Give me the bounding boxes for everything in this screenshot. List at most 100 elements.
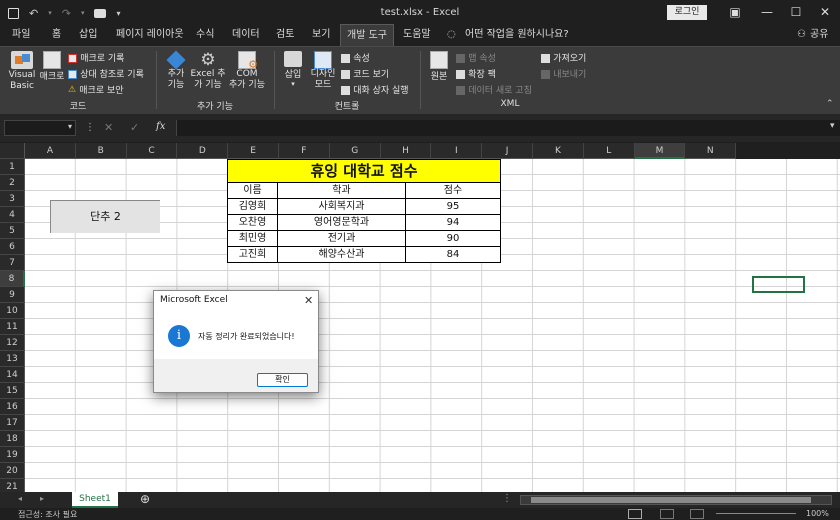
import-button[interactable]: 가져오기	[541, 51, 586, 64]
row-header-14[interactable]: 14	[0, 367, 25, 383]
enter-icon[interactable]: ✓	[130, 121, 139, 134]
horizontal-scrollbar[interactable]	[520, 495, 832, 505]
row-header-20[interactable]: 20	[0, 463, 25, 479]
worksheet-grid[interactable]: ABCDEFGHIJKLMN 1 2 3 4 5 6 7 8 9 10 11 12 13 14 15 16 17…	[0, 143, 840, 492]
table-cell[interactable]: 84	[406, 247, 501, 263]
column-header-m[interactable]: M	[634, 143, 686, 159]
tab-insert[interactable]: 삽입	[79, 24, 97, 46]
expansion-pack-button[interactable]: 확장 팩	[456, 67, 496, 80]
login-button[interactable]: 로그인	[667, 5, 707, 20]
name-box-dropdown-icon[interactable]: ▾	[68, 122, 72, 131]
table-cell[interactable]: 사회복지과	[278, 199, 406, 215]
more-icon[interactable]: ⋮	[502, 493, 512, 504]
tab-formulas[interactable]: 수식	[196, 24, 214, 46]
macro-security-button[interactable]: ⚠ 매크로 보안	[68, 83, 124, 96]
share-icon[interactable]: ⚇	[797, 24, 806, 46]
table-cell[interactable]: 94	[406, 215, 501, 231]
row-header-19[interactable]: 19	[0, 447, 25, 463]
column-header-g[interactable]: G	[329, 143, 381, 159]
com-add-ins-button[interactable]: ⚙ COM 추가 기능	[228, 51, 266, 91]
record-macro-button[interactable]: 매크로 기록	[68, 51, 124, 64]
row-header-11[interactable]: 11	[0, 319, 25, 335]
sheet-title-cell[interactable]: 휴잉 대학교 점수	[227, 159, 501, 183]
row-header-1[interactable]: 1	[0, 159, 25, 175]
excel-add-ins-button[interactable]: ⚙ Excel 추 가 기능	[190, 51, 226, 91]
design-mode-button[interactable]: 디자인 모드	[308, 51, 338, 91]
formula-input[interactable]	[176, 120, 840, 136]
row-header-16[interactable]: 16	[0, 399, 25, 415]
table-header-cell[interactable]: 이름	[227, 183, 278, 199]
tab-review[interactable]: 검토	[276, 24, 294, 46]
row-header-13[interactable]: 13	[0, 351, 25, 367]
column-header-c[interactable]: C	[126, 143, 178, 159]
row-header-7[interactable]: 7	[0, 255, 25, 271]
column-header-k[interactable]: K	[533, 143, 584, 159]
tab-home[interactable]: 홈	[52, 24, 61, 46]
zoom-level[interactable]: 100%	[806, 509, 829, 518]
table-cell[interactable]: 해양수산과	[278, 247, 406, 263]
tell-me-icon[interactable]: ◌	[447, 24, 456, 46]
visual-basic-button[interactable]: Visual Basic	[8, 51, 36, 92]
insert-function-icon[interactable]: fx	[156, 121, 165, 132]
table-cell[interactable]: 오찬영	[227, 215, 278, 231]
accessibility-status[interactable]: 접근성: 조사 필요	[18, 509, 77, 520]
row-header-18[interactable]: 18	[0, 431, 25, 447]
column-header-f[interactable]: F	[279, 143, 330, 159]
dialog-close-icon[interactable]: ✕	[304, 294, 313, 307]
prev-sheet-icon[interactable]: ◂	[18, 494, 22, 503]
cancel-icon[interactable]: ✕	[104, 121, 113, 134]
xml-source-button[interactable]: 원본	[426, 51, 452, 82]
row-header-3[interactable]: 3	[0, 191, 25, 207]
row-header-9[interactable]: 9	[0, 287, 25, 303]
row-header-15[interactable]: 15	[0, 383, 25, 399]
row-header-6[interactable]: 6	[0, 239, 25, 255]
column-header-n[interactable]: N	[685, 143, 737, 159]
cell-area[interactable]: 휴잉 대학교 점수 이름 학과 점수 김영희 사회복지과 95 오찬영 영어영문학과 94 최민영…	[25, 159, 840, 492]
tab-data[interactable]: 데이터	[232, 24, 260, 46]
table-cell[interactable]: 고진희	[227, 247, 278, 263]
minimize-button[interactable]: —	[752, 2, 782, 22]
macro-button-shape[interactable]: 단추 2	[50, 200, 160, 233]
zoom-slider[interactable]	[716, 513, 796, 514]
table-header-cell[interactable]: 학과	[278, 183, 406, 199]
row-header-21[interactable]: 21	[0, 479, 25, 492]
tab-page-layout[interactable]: 페이지 레이아웃	[116, 24, 184, 46]
sheet-tab-sheet1[interactable]: Sheet1	[72, 492, 118, 508]
collapse-ribbon-icon[interactable]: ⌃	[826, 99, 834, 109]
tab-help[interactable]: 도움말	[403, 24, 431, 46]
tab-view[interactable]: 보기	[312, 24, 330, 46]
scrollbar-thumb[interactable]	[531, 497, 811, 503]
page-break-view-icon[interactable]	[690, 509, 704, 519]
macro-button[interactable]: 매크로	[38, 51, 66, 82]
column-header-e[interactable]: E	[228, 143, 279, 159]
properties-button[interactable]: 속성	[341, 51, 370, 64]
column-header-b[interactable]: B	[75, 143, 127, 159]
name-box[interactable]: ▾	[4, 120, 76, 136]
selected-cell[interactable]	[752, 276, 805, 293]
tab-developer[interactable]: 개발 도구	[340, 24, 394, 46]
table-cell[interactable]: 최민영	[227, 231, 278, 247]
row-header-5[interactable]: 5	[0, 223, 25, 239]
add-sheet-icon[interactable]: ⊕	[140, 492, 150, 506]
column-header-j[interactable]: J	[482, 143, 533, 159]
page-layout-view-icon[interactable]	[660, 509, 674, 519]
view-code-button[interactable]: 코드 보기	[341, 67, 389, 80]
table-cell[interactable]: 전기과	[278, 231, 406, 247]
table-cell[interactable]: 95	[406, 199, 501, 215]
row-header-8[interactable]: 8	[0, 271, 25, 287]
run-dialog-button[interactable]: 대화 상자 실행	[341, 83, 409, 96]
ribbon-display-icon[interactable]: ▣	[720, 2, 750, 22]
add-ins-button[interactable]: 추가 기능	[162, 50, 190, 91]
next-sheet-icon[interactable]: ▸	[40, 494, 44, 503]
column-header-d[interactable]: D	[177, 143, 229, 159]
row-header-4[interactable]: 4	[0, 207, 25, 223]
ok-button[interactable]: 확인	[257, 373, 308, 387]
table-header-cell[interactable]: 점수	[406, 183, 501, 199]
close-button[interactable]: ✕	[810, 2, 840, 22]
row-header-2[interactable]: 2	[0, 175, 25, 191]
tell-me-search[interactable]: 어떤 작업을 원하시나요?	[465, 24, 569, 46]
row-header-12[interactable]: 12	[0, 335, 25, 351]
table-cell[interactable]: 90	[406, 231, 501, 247]
row-header-10[interactable]: 10	[0, 303, 25, 319]
table-cell[interactable]: 김영희	[227, 199, 278, 215]
